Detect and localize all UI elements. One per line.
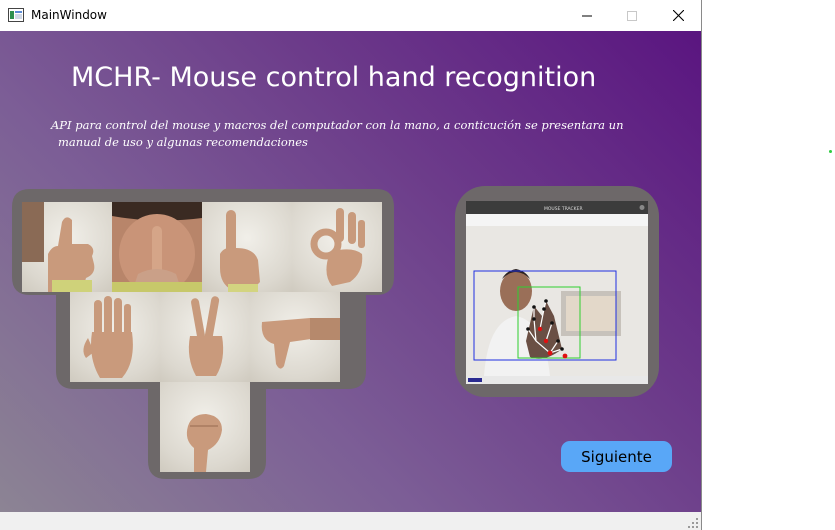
tracker-close-icon bbox=[639, 205, 645, 210]
close-button[interactable] bbox=[655, 0, 701, 31]
minimize-button[interactable] bbox=[564, 0, 610, 31]
tracker-preview: MOUSE TRACKER bbox=[466, 201, 648, 384]
minimize-icon bbox=[582, 15, 592, 16]
indicator-dot bbox=[829, 150, 832, 153]
gesture-finger-on-lips bbox=[112, 202, 202, 292]
main-panel: MCHR- Mouse control hand recognition API… bbox=[0, 31, 701, 512]
title-bar: MainWindow bbox=[0, 0, 701, 31]
gesture-index-up bbox=[202, 202, 292, 292]
maximize-icon bbox=[627, 10, 637, 21]
status-bar bbox=[0, 512, 701, 530]
window-title: MainWindow bbox=[31, 8, 107, 22]
tracker-window-title: MOUSE TRACKER bbox=[544, 206, 583, 212]
close-icon bbox=[672, 10, 684, 21]
next-button[interactable]: Siguiente bbox=[561, 441, 672, 472]
maximize-button[interactable] bbox=[609, 0, 655, 31]
main-window: MainWindow MCHR- Mouse control hand reco… bbox=[0, 0, 702, 530]
gesture-peace-sign bbox=[160, 292, 250, 382]
app-icon bbox=[8, 8, 24, 22]
gesture-thumbs-up bbox=[22, 202, 112, 292]
gesture-ok-sign bbox=[292, 202, 382, 292]
gesture-thumbs-down bbox=[250, 292, 340, 382]
gesture-open-palm bbox=[70, 292, 160, 382]
resize-grip-icon[interactable] bbox=[688, 518, 698, 528]
gesture-fist bbox=[160, 382, 250, 472]
